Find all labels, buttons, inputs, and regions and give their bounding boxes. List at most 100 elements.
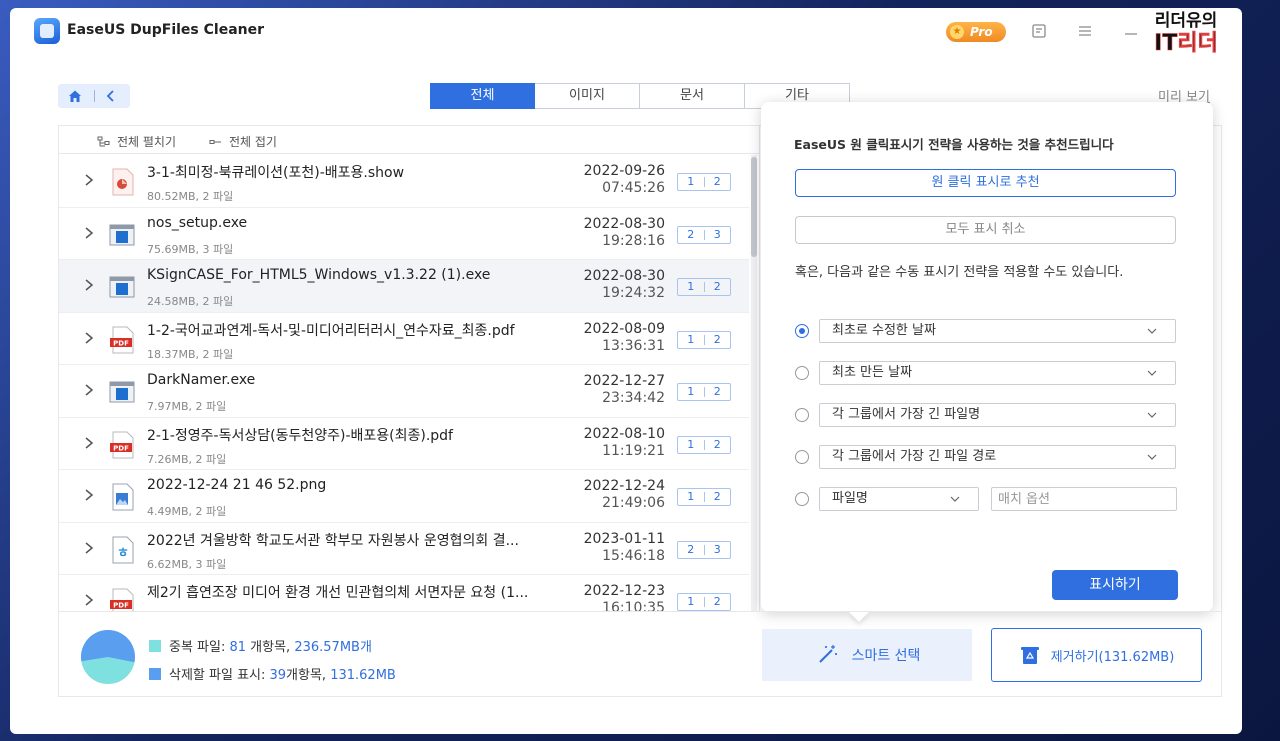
manual-strategy-text: 혹은, 다음과 같은 수동 표시기 전략을 적용할 수도 있습니다. [795, 265, 1124, 280]
pdf-file-icon: PDF [110, 588, 134, 611]
smart-select-button[interactable]: 스마트 선택 [762, 629, 972, 681]
table-row[interactable]: 2022-12-24 21 46 52.png 4.49MB, 2 파일 202… [59, 470, 749, 523]
apply-mark-button[interactable]: 표시하기 [1052, 570, 1178, 600]
clear-marks-button[interactable]: 모두 표시 취소 [795, 216, 1176, 244]
file-date: 2022-12-23 [583, 583, 665, 599]
feedback-icon[interactable] [1030, 22, 1048, 40]
tab-all[interactable]: 전체 [430, 83, 535, 109]
counter-total: 2 [713, 595, 721, 608]
chevron-right-icon[interactable] [83, 173, 95, 187]
radio-filename[interactable] [795, 492, 809, 506]
table-row[interactable]: ㅎ 2022년 겨울방학 학교도서관 학부모 자원봉사 운영협의회 결... 6… [59, 523, 749, 575]
file-list-panel: 전체 펼치기 전체 접기 3-1-최미정-북큐레이션(포천)-배포용.show … [58, 125, 760, 611]
file-time: 13:36:31 [602, 337, 665, 354]
tab-documents[interactable]: 문서 [640, 83, 745, 109]
chevron-right-icon[interactable] [83, 226, 95, 240]
chevron-right-icon[interactable] [83, 488, 95, 502]
file-counter[interactable]: 23 [677, 225, 731, 244]
chevron-right-icon[interactable] [83, 383, 95, 397]
file-counter[interactable]: 12 [677, 488, 731, 506]
select-created-date[interactable]: 최초 만든 날짜 [819, 361, 1176, 385]
file-name: 2022년 겨울방학 학교도서관 학부모 자원봉사 운영협의회 결... [147, 532, 519, 549]
back-icon[interactable] [104, 89, 118, 103]
table-row[interactable]: KSignCASE_For_HTML5_Windows_v1.3.22 (1).… [59, 260, 749, 313]
home-icon[interactable] [68, 89, 82, 103]
match-option-input[interactable] [991, 487, 1177, 511]
file-counter[interactable]: 12 [677, 383, 731, 401]
option-modified-date[interactable]: 최초로 수정한 날짜 [795, 319, 1177, 343]
option-filename[interactable]: 파일명 [795, 487, 1177, 511]
radio-longest-path[interactable] [795, 450, 809, 464]
select-label: 각 그룹에서 가장 긴 파일명 [832, 407, 981, 422]
file-counter[interactable]: 12 [677, 330, 731, 349]
select-longest-name[interactable]: 각 그룹에서 가장 긴 파일명 [819, 403, 1176, 427]
select-longest-path[interactable]: 각 그룹에서 가장 긴 파일 경로 [819, 445, 1176, 469]
table-row[interactable]: PDF 1-2-국어교과연계-독서-및-미디어리터러시_연수자료_최종.pdf … [59, 313, 749, 365]
counter-total: 3 [713, 542, 721, 556]
option-longest-path[interactable]: 각 그룹에서 가장 긴 파일 경로 [795, 445, 1177, 469]
file-counter[interactable]: 12 [677, 593, 731, 611]
table-row[interactable]: PDF 2-1-정영주-독서상담(동두천양주)-배포용(최종).pdf 7.26… [59, 418, 749, 470]
select-label: 최초 만든 날짜 [832, 365, 913, 380]
file-meta: 75.69MB, 3 파일 [147, 242, 234, 256]
select-filename[interactable]: 파일명 [819, 487, 979, 511]
counter-total: 2 [713, 332, 721, 346]
counter-total: 2 [713, 175, 721, 188]
nav-group [58, 84, 130, 108]
counter-selected: 1 [687, 490, 695, 503]
file-meta: 24.58MB, 2 파일 [147, 295, 234, 308]
legend-swatch-delete [149, 668, 161, 680]
chevron-down-icon [950, 496, 960, 502]
svg-text:PDF: PDF [113, 602, 129, 610]
radio-created-date[interactable] [795, 366, 809, 380]
scroll-thumb[interactable] [751, 157, 757, 257]
chevron-down-icon [1147, 454, 1157, 460]
popup-title: EaseUS 원 클릭표시기 전략을 사용하는 것을 추천드립니다 [794, 137, 1114, 152]
list-toolbar: 전체 펼치기 전체 접기 [59, 126, 759, 154]
radio-modified-date[interactable] [795, 324, 809, 338]
table-row[interactable]: 3-1-최미정-북큐레이션(포천)-배포용.show 80.52MB, 2 파일… [59, 155, 749, 208]
file-counter[interactable]: 12 [677, 278, 731, 296]
pro-badge[interactable]: ★ Pro [946, 22, 1006, 42]
file-date: 2022-09-26 [583, 163, 665, 179]
table-row[interactable]: PDF 제2기 흡연조장 미디어 환경 개선 민관협의체 서면자문 요청 (1.… [59, 575, 749, 611]
file-meta: 18.37MB, 2 파일 [147, 347, 234, 361]
file-counter[interactable]: 23 [677, 540, 731, 559]
file-date: 2022-12-24 [583, 478, 665, 494]
watermark-logo: 리더유의 IT리더 [1138, 8, 1234, 60]
option-longest-name[interactable]: 각 그룹에서 가장 긴 파일명 [795, 403, 1177, 427]
counter-selected: 2 [687, 227, 695, 241]
chevron-right-icon[interactable] [83, 593, 95, 607]
app-logo-icon [34, 18, 60, 44]
expand-all-button[interactable]: 전체 펼치기 [97, 133, 176, 150]
chevron-right-icon[interactable] [83, 541, 95, 555]
select-modified-date[interactable]: 최초로 수정한 날짜 [819, 319, 1176, 343]
collapse-icon [209, 139, 221, 144]
file-time: 15:46:18 [602, 547, 665, 564]
file-counter[interactable]: 12 [677, 173, 731, 191]
file-time: 07:45:26 [602, 180, 665, 196]
chevron-right-icon[interactable] [83, 436, 95, 450]
file-counter[interactable]: 12 [677, 435, 731, 454]
radio-longest-name[interactable] [795, 408, 809, 422]
list-scrollbar[interactable] [751, 155, 757, 611]
menu-icon[interactable] [1076, 22, 1094, 40]
file-name: 2022-12-24 21 46 52.png [147, 477, 327, 493]
dup-count: 81 [229, 640, 247, 655]
tab-images[interactable]: 이미지 [535, 83, 640, 109]
dup-label: 중복 파일: [169, 640, 230, 655]
chevron-right-icon[interactable] [83, 331, 95, 345]
recommend-button[interactable]: 원 클릭 표시로 추천 [795, 169, 1176, 197]
file-time: 19:24:32 [602, 285, 665, 301]
option-created-date[interactable]: 최초 만든 날짜 [795, 361, 1177, 385]
table-row[interactable]: nos_setup.exe 75.69MB, 3 파일 2022-08-30 1… [59, 208, 749, 260]
table-row[interactable]: DarkNamer.exe 7.97MB, 2 파일 2022-12-27 23… [59, 365, 749, 418]
file-time: 23:34:42 [602, 390, 665, 406]
del-label: 삭제할 파일 표시: [169, 668, 270, 683]
collapse-all-button[interactable]: 전체 접기 [209, 133, 277, 150]
counter-selected: 1 [687, 437, 695, 451]
collapse-all-label: 전체 접기 [229, 135, 277, 149]
watermark-line2: IT리더 [1154, 31, 1218, 56]
remove-button[interactable]: 제거하기(131.62MB) [991, 628, 1202, 682]
chevron-right-icon[interactable] [83, 278, 95, 292]
